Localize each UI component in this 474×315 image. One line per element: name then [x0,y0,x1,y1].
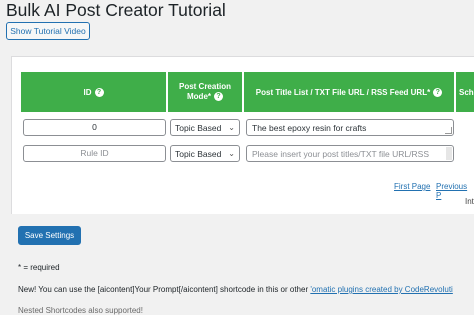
post-creation-mode-value: Topic Based [175,148,222,159]
scrollbar[interactable] [446,147,452,160]
post-title-list-placeholder: Please insert your post titles/TXT file … [252,148,429,159]
rule-id-input[interactable]: Rule ID [23,145,166,162]
show-tutorial-video-button[interactable]: Show Tutorial Video [6,22,90,40]
nested-shortcodes-note: Nested Shortcodes also supported! [18,306,143,315]
page-title: Bulk AI Post Creator Tutorial [6,0,226,20]
column-header-schedule-label: Sch [459,87,474,97]
column-header-post-title-list: Post Title List / TXT File URL / RSS Fee… [244,72,454,112]
column-header-title-label: Post Title List / TXT File URL / RSS Fee… [255,87,431,97]
column-header-mode-label-line1: Post Creation [178,82,231,91]
post-title-list-textarea[interactable]: The best epoxy resin for crafts [246,119,454,136]
help-icon[interactable]: ? [214,92,223,102]
rules-table-panel: ID ? Post Creation Mode*? Post Title Lis… [11,56,474,214]
save-settings-button[interactable]: Save Settings [18,226,81,245]
omatic-plugins-link[interactable]: 'omatic plugins created by CodeRevoluti [310,285,453,294]
help-icon[interactable]: ? [94,87,104,97]
rule-id-input[interactable]: 0 [23,119,166,136]
resize-handle-icon[interactable] [445,127,452,134]
post-creation-mode-select[interactable]: Topic Based ⌄ [170,145,240,162]
help-icon[interactable]: ? [433,87,443,97]
pagination-info: Inte [465,197,474,206]
column-header-mode-label-line2: Mode*? [187,92,223,102]
post-title-list-value: The best epoxy resin for crafts [252,122,367,133]
chevron-down-icon: ⌄ [228,123,235,132]
chevron-down-icon: ⌄ [228,149,235,158]
required-note: * = required [18,263,60,272]
column-header-id: ID ? [21,72,166,112]
first-page-link[interactable]: First Page [394,182,430,191]
post-creation-mode-value: Topic Based [175,122,222,133]
column-header-id-label: ID [83,87,92,97]
post-creation-mode-select[interactable]: Topic Based ⌄ [170,119,240,136]
new-feature-note: New! You can use the [aicontent]Your Pro… [18,285,453,294]
column-header-schedule: Sch [456,72,474,112]
new-feature-text: New! You can use the [aicontent]Your Pro… [18,285,311,294]
column-header-post-creation-mode: Post Creation Mode*? [168,72,242,112]
post-title-list-textarea[interactable]: Please insert your post titles/TXT file … [246,145,454,162]
